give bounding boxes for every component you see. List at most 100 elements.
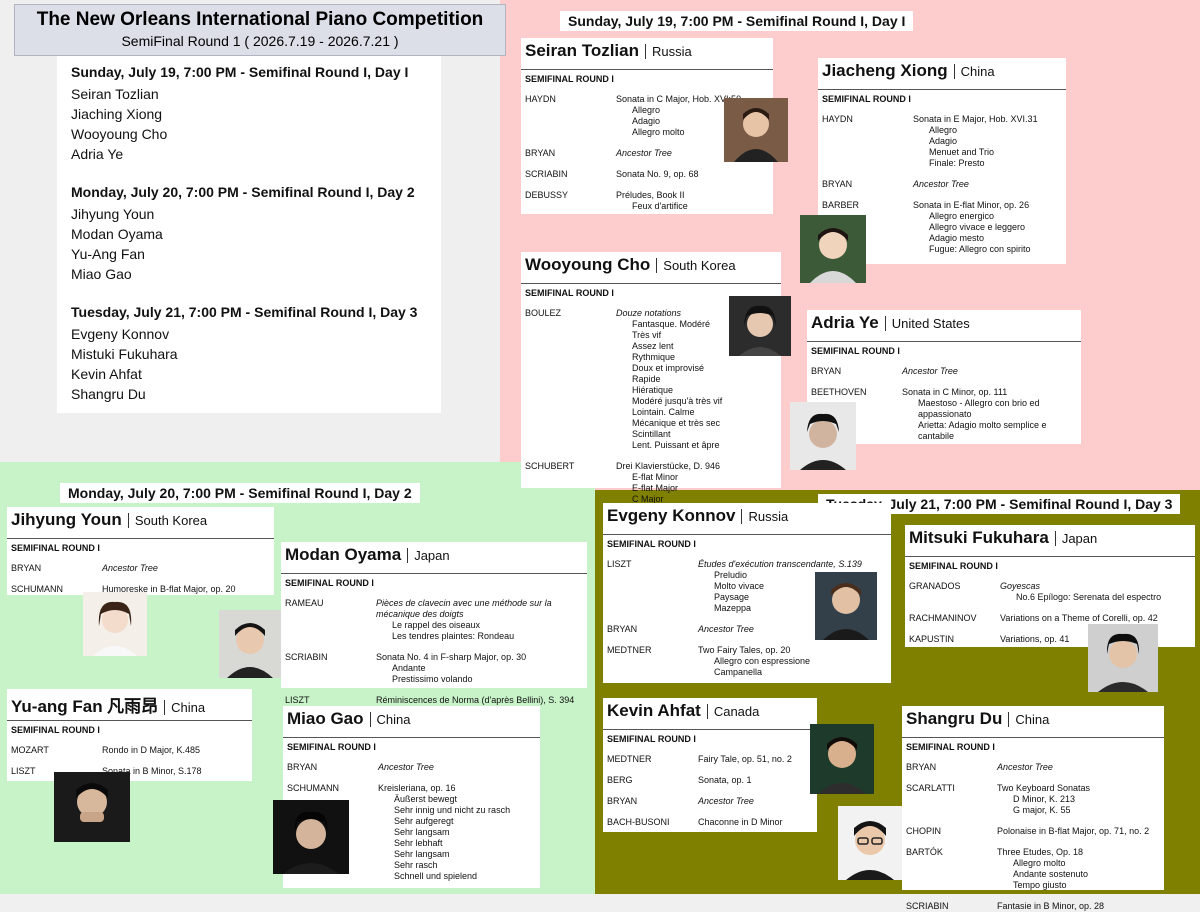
performer-name: Seiran Tozlian	[71, 86, 159, 102]
round-label: SEMIFINAL ROUND I	[7, 720, 252, 735]
performer-name: Shangru Du	[906, 709, 1003, 728]
movement: Allegro con espressione	[714, 656, 811, 666]
photo-wooyoung	[729, 296, 791, 356]
card-header: Jiacheng Xiong China	[818, 58, 1066, 85]
performer-name: Jihyung Youn	[71, 206, 155, 222]
composer: MOZART	[11, 745, 49, 755]
day-heading: Tuesday, July 21, 7:00 PM - Semifinal Ro…	[71, 304, 418, 320]
movement: Andante sostenuto	[1013, 869, 1089, 879]
round-label: SEMIFINAL ROUND I	[603, 729, 817, 744]
card-header: Mitsuki Fukuhara Japan	[905, 525, 1195, 552]
work-title: Drei Klavierstücke, D. 946	[616, 461, 721, 471]
composer: BRYAN	[607, 796, 638, 806]
work-title: Fantasie in B Minor, op. 28	[997, 901, 1105, 911]
work-title: Préludes, Book II	[616, 190, 685, 200]
day-heading: Monday, July 20, 7:00 PM - Semifinal Rou…	[71, 184, 415, 200]
performer-name: Evgeny Konnov	[71, 326, 170, 342]
day-heading: Sunday, July 19, 7:00 PM - Semifinal Rou…	[71, 64, 409, 80]
photo-miao	[273, 800, 349, 874]
composer: BACH-BUSONI	[607, 817, 670, 827]
movement: Hiératique	[632, 385, 674, 395]
movement: Adagio	[929, 136, 958, 146]
work-title: Chaconne in D Minor	[698, 817, 783, 827]
round-label: SEMIFINAL ROUND I	[521, 69, 773, 84]
movement: Sehr aufgeregt	[394, 816, 454, 826]
round-label: SEMIFINAL ROUND I	[807, 341, 1081, 356]
composer: SCHUMANN	[11, 584, 64, 594]
movement: Lointain. Calme	[632, 407, 695, 417]
round-label: SEMIFINAL ROUND I	[905, 556, 1195, 571]
round-label: SEMIFINAL ROUND I	[283, 737, 540, 752]
work-title: Sonata in E Major, Hob. XVI.31	[913, 114, 1038, 124]
movement: Allegro molto	[1013, 858, 1066, 868]
performer-name: Mitsuki Fukuhara	[909, 528, 1049, 547]
repertoire-row: SCHUBERT Drei Klavierstücke, D. 946 E-flat…	[521, 461, 781, 505]
movement: appassionato	[918, 409, 972, 419]
performer-country: China	[953, 64, 995, 79]
movement: Maestoso - Allegro con brio ed	[918, 398, 1040, 408]
performer-name: Adria Ye	[71, 146, 124, 162]
performer-name: Adria Ye	[811, 313, 879, 332]
performer-name: Kevin Ahfat	[607, 701, 701, 720]
photo-jihyung	[83, 592, 147, 656]
card-header: Seiran Tozlian Russia	[521, 38, 773, 65]
photo-modan	[219, 610, 281, 678]
photo-adria	[790, 402, 856, 470]
movement: Les tendres plaintes: Rondeau	[392, 631, 515, 641]
movement: Allegro vivace e leggero	[929, 222, 1026, 232]
composer: HAYDN	[525, 94, 556, 104]
photo-jiacheng	[800, 215, 866, 283]
movement: No.6 Epílogo: Serenata del espectro	[1016, 592, 1162, 602]
page-title: The New Orleans International Piano Comp…	[36, 9, 484, 30]
repertoire-row: RACHMANINOV Variations on a Theme of Core…	[905, 613, 1195, 624]
movement: Prestissimo volando	[392, 674, 473, 684]
performer-name: Miao Gao	[287, 709, 364, 728]
composer: LISZT	[11, 766, 36, 776]
work-title: Fairy Tale, op. 51, no. 2	[698, 754, 792, 764]
movement: Äußerst bewegt	[394, 794, 458, 804]
title-box: The New Orleans International Piano Comp…	[14, 4, 506, 56]
composer: SCHUBERT	[525, 461, 575, 471]
movement: Menuet and Trio	[929, 147, 995, 157]
movement: cantabile	[918, 431, 955, 441]
movement: Sehr rasch	[394, 860, 438, 870]
performer-name: Kevin Ahfat	[71, 366, 142, 382]
movement: Feux d'artifice	[632, 201, 688, 211]
composer: KAPUSTIN	[909, 634, 955, 644]
performer-name: Wooyoung Cho	[525, 255, 651, 274]
photo-kevin	[810, 724, 874, 794]
movement: Doux et improvisé	[632, 363, 705, 373]
repertoire-row: MEDTNER Fairy Tale, op. 51, no. 2	[603, 754, 817, 765]
work-title: Sonata No. 4 in F-sharp Major, op. 30	[376, 652, 527, 662]
card-header: Evgeny Konnov Russia	[603, 503, 891, 530]
performer-country: Russia	[741, 509, 789, 524]
composer: BRYAN	[822, 179, 853, 189]
work-title: Études d'exécution transcendante, S.139	[698, 559, 862, 569]
performer-country: China	[1008, 712, 1050, 727]
repertoire-row: BRYAN Ancestor Tree	[7, 563, 274, 574]
repertoire-row: CHOPIN Polonaise in B-flat Major, op. 71,…	[902, 826, 1164, 837]
performer-country: Russia	[645, 44, 692, 59]
composer: BEETHOVEN	[811, 387, 867, 397]
movement: G major, K. 55	[1013, 805, 1071, 815]
composer: DEBUSSY	[525, 190, 569, 200]
composer: SCRIABIN	[285, 652, 328, 662]
repertoire-row: SCRIABIN Fantasie in B Minor, op. 28	[902, 901, 1164, 912]
sunday-banner: Sunday, July 19, 7:00 PM - Semifinal Rou…	[560, 11, 914, 31]
movement: Scintillant	[632, 429, 671, 439]
photo-yuang	[54, 772, 130, 842]
performer-country: Canada	[706, 704, 760, 719]
photo-seiran	[724, 98, 788, 162]
composer: BRYAN	[287, 762, 318, 772]
repertoire-row: HAYDN Sonata in E Major, Hob. XVI.31 Alleg…	[818, 114, 1066, 169]
card-header: Modan Oyama Japan	[281, 542, 587, 569]
movement: Tempo giusto	[1013, 880, 1067, 890]
composer: SCRIABIN	[525, 169, 568, 179]
performer-name: Modan Oyama	[285, 545, 402, 564]
photo-evgeny	[815, 572, 877, 640]
movement: E-flat Major	[632, 483, 679, 493]
repertoire-row: DEBUSSY Préludes, Book II Feux d'artifice	[521, 190, 773, 212]
work-title: Kreisleriana, op. 16	[378, 783, 456, 793]
repertoire-row: BRYAN Ancestor Tree	[283, 762, 540, 773]
card-header: Adria Ye United States	[807, 310, 1081, 337]
